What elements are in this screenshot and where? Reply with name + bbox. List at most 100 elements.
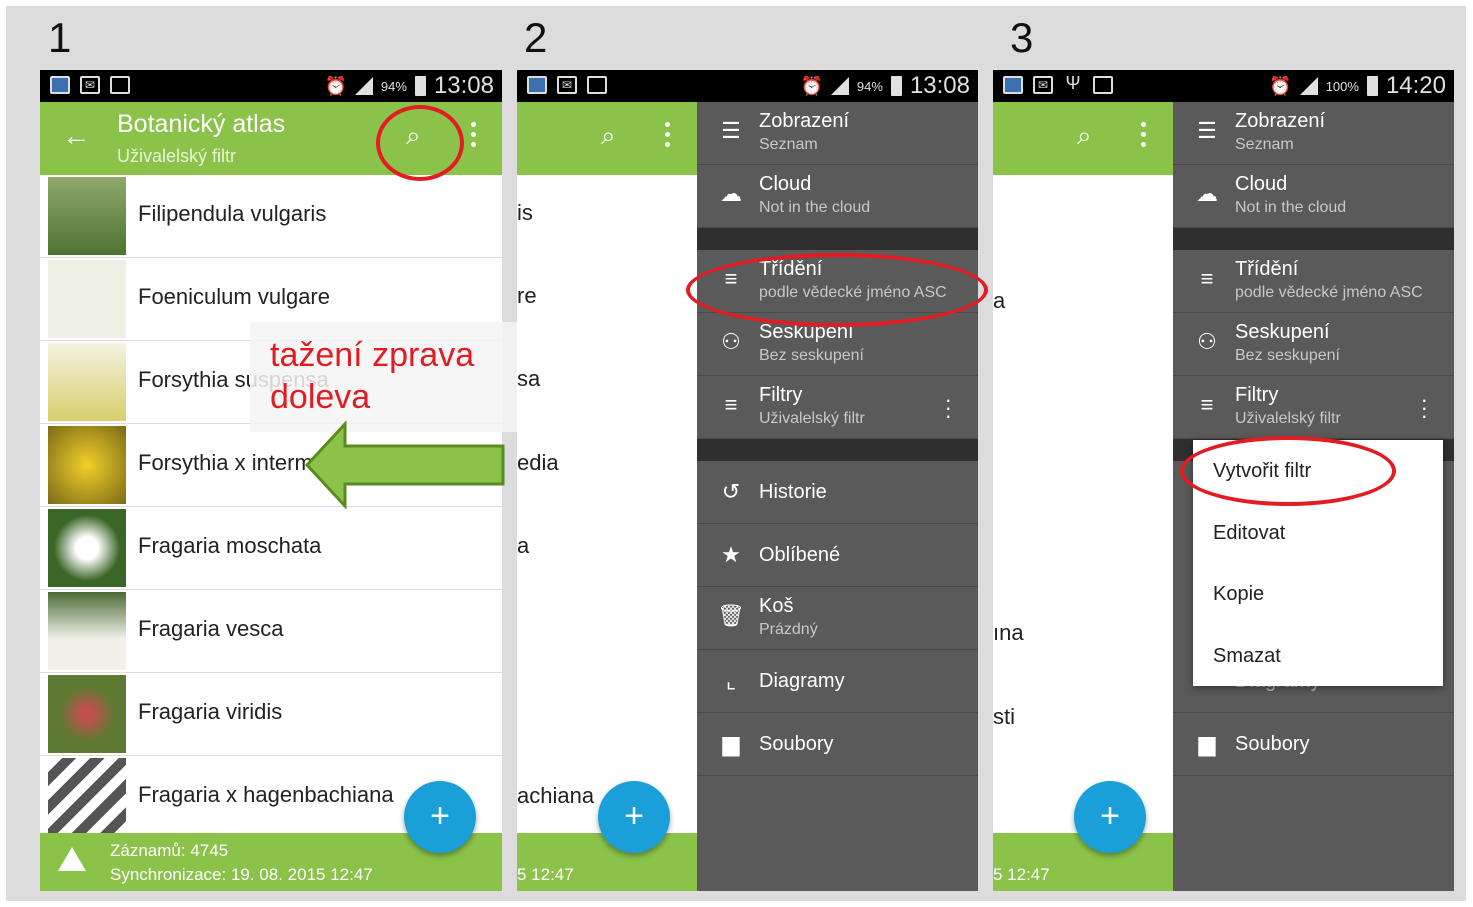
clock: 13:08 — [433, 72, 494, 99]
drive-icon — [58, 847, 86, 871]
battery-icon — [414, 76, 426, 96]
drawer-item-label: Oblíbené — [759, 544, 841, 566]
filter-more-icon[interactable]: · · · — [945, 389, 952, 427]
list-item[interactable]: Fragaria moschata — [40, 507, 502, 590]
back-arrow-icon[interactable]: ← — [62, 120, 90, 152]
drawer-item-cloud[interactable]: ☁ Cloud Not in the cloud — [697, 165, 978, 228]
add-button[interactable]: + — [404, 781, 476, 853]
plant-name: Fragaria moschata — [138, 533, 322, 558]
list-item[interactable]: Fragaria vesca — [40, 590, 502, 673]
drawer-item-view[interactable]: ☰ Zobrazení Seznam — [1173, 102, 1454, 165]
trash-icon: 🗑 — [717, 603, 745, 628]
drawer-item-sort[interactable]: ≡ Třídění podle vědecké jméno ASC — [1173, 250, 1454, 313]
list-item[interactable]: Filipendula vulgaris — [40, 175, 502, 258]
drawer-item-cloud[interactable]: ☁ Cloud Not in the cloud — [1173, 165, 1454, 228]
drawer-item-label: Koš — [759, 595, 794, 617]
list-peek-text: a — [993, 288, 1006, 313]
drawer-item-sub: Not in the cloud — [759, 199, 871, 216]
drawer-divider — [1173, 228, 1454, 250]
history-icon: ↺ — [721, 479, 741, 504]
add-button[interactable]: + — [598, 781, 670, 853]
instruction-callout: tažení zprava doleva — [250, 322, 522, 432]
usb-icon: Ψ — [1065, 73, 1081, 93]
drawer-item-label: Cloud — [1235, 173, 1288, 195]
group-icon: ⚇ — [1197, 329, 1217, 354]
list-peek-text: re — [517, 283, 537, 308]
sync-time: Synchronizace: 19. 08. 2015 12:47 — [110, 865, 373, 884]
plant-thumbnail — [48, 260, 126, 338]
app-notification-icon — [527, 76, 547, 94]
plant-thumbnail — [48, 177, 126, 255]
plant-thumbnail — [48, 343, 126, 421]
panel-number-1: 1 — [48, 14, 72, 61]
plant-name: Filipendula vulgaris — [138, 201, 327, 226]
toolbar: ⌕ — [517, 102, 697, 175]
drawer-item-label: Seskupení — [1235, 321, 1330, 343]
plant-thumbnail — [48, 426, 126, 504]
drawer-item-label: Soubory — [759, 733, 834, 755]
drawer-item-sub: Bez seskupení — [1235, 347, 1340, 364]
battery-percent: 94% — [380, 78, 407, 94]
drawer-item-charts[interactable]: ⌞ Diagramy — [697, 650, 978, 713]
status-bar: ✉ ⏰ 94% 13:08 — [517, 70, 978, 102]
clock: 13:08 — [909, 72, 970, 99]
status-bar: ✉ ⏰ 94% 13:08 — [40, 70, 502, 102]
plant-name: Foeniculum vulgare — [138, 284, 330, 309]
list-item[interactable]: Fragaria viridis — [40, 673, 502, 756]
drawer-item-label: Diagramy — [759, 670, 845, 692]
filter-more-icon[interactable]: · · · — [1421, 389, 1428, 427]
image-icon — [587, 76, 607, 94]
menu-item-edit[interactable]: Editovat — [1213, 522, 1285, 545]
plant-thumbnail — [48, 509, 126, 587]
search-icon[interactable]: ⌕ — [1077, 120, 1092, 152]
battery-icon — [890, 76, 902, 96]
battery-percent: 94% — [856, 78, 883, 94]
drawer-item-label: Zobrazení — [1235, 110, 1326, 132]
drawer-item-sub: Uživalelský filtr — [759, 410, 865, 427]
menu-item-copy[interactable]: Kopie — [1213, 583, 1264, 606]
app-notification-icon — [50, 76, 70, 94]
drawer-item-label: Třídění — [1235, 258, 1299, 280]
drawer-item-sub: Seznam — [759, 136, 818, 153]
more-options-icon[interactable] — [471, 122, 476, 152]
filter-icon: ≡ — [724, 392, 738, 417]
drawer-divider — [697, 228, 978, 250]
drawer-item-sub: Uživalelský filtr — [1235, 410, 1341, 427]
panel-number-2: 2 — [524, 14, 548, 61]
list-view-icon: ☰ — [1197, 118, 1217, 143]
app-notification-icon — [1003, 76, 1023, 94]
list-peek-text: ına — [993, 620, 1024, 645]
mail-icon: ✉ — [80, 76, 100, 94]
battery-charging-icon — [1366, 76, 1378, 96]
plant-name: Fragaria x hagenbachiana — [138, 782, 394, 807]
battery-percent: 100% — [1325, 78, 1359, 94]
drawer-item-group[interactable]: ⚇ Seskupení Bez seskupení — [1173, 313, 1454, 376]
drawer-item-sub: Prázdný — [759, 621, 818, 638]
drawer-item-favorites[interactable]: ★ Oblíbené — [697, 524, 978, 587]
search-icon[interactable]: ⌕ — [601, 120, 616, 152]
menu-item-delete[interactable]: Smazat — [1213, 645, 1281, 668]
more-options-icon[interactable] — [665, 122, 670, 152]
sync-time: 5 12:47 — [993, 865, 1050, 884]
alarm-icon: ⏰ — [800, 75, 823, 96]
drawer-item-label: Filtry — [1235, 384, 1279, 406]
add-button[interactable]: + — [1074, 781, 1146, 853]
drawer-item-filter[interactable]: ≡ Filtry Uživalelský filtr · · · — [697, 376, 978, 439]
more-options-icon[interactable] — [1141, 122, 1146, 152]
drawer-item-files[interactable]: ▆ Soubory — [697, 713, 978, 776]
drawer-item-label: Cloud — [759, 173, 812, 195]
list-view-icon: ☰ — [721, 118, 741, 143]
cloud-icon: ☁ — [720, 181, 742, 206]
navigation-drawer: ☰ Zobrazení Seznam ☁ Cloud Not in the cl… — [697, 102, 978, 891]
signal-icon — [354, 77, 373, 95]
drawer-item-history[interactable]: ↺ Historie — [697, 461, 978, 524]
plant-thumbnail — [48, 592, 126, 670]
star-icon: ★ — [721, 542, 741, 567]
drawer-item-view[interactable]: ☰ Zobrazení Seznam — [697, 102, 978, 165]
drawer-item-filter[interactable]: ≡ Filtry Uživalelský filtr · · · — [1173, 376, 1454, 439]
drawer-item-sub: Not in the cloud — [1235, 199, 1347, 216]
list-peek-text: sa — [517, 366, 541, 391]
drawer-item-trash[interactable]: 🗑 Koš Prázdný — [697, 587, 978, 650]
clock: 14:20 — [1385, 72, 1446, 99]
drawer-item-files[interactable]: ▆ Soubory — [1173, 713, 1454, 776]
